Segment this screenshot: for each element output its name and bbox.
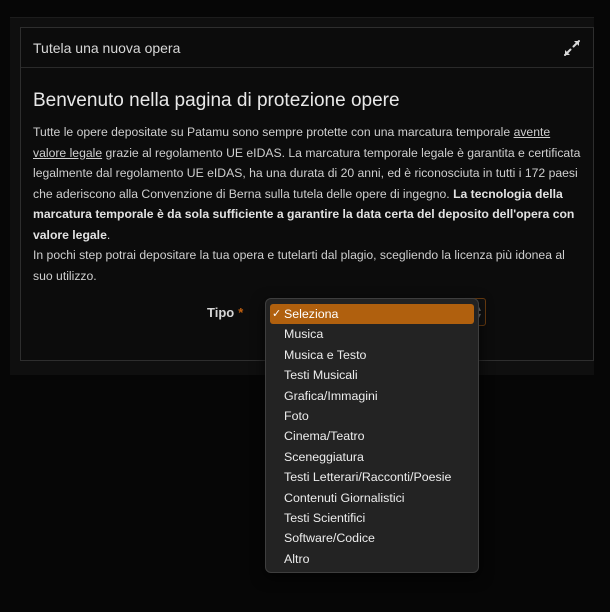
option-label: Musica — [284, 327, 324, 342]
card-body: Benvenuto nella pagina di protezione ope… — [21, 68, 593, 286]
option-label: Sceneggiatura — [284, 449, 364, 464]
option-label: Seleziona — [284, 307, 339, 321]
option-musica-e-testo[interactable]: Musica e Testo — [270, 345, 474, 365]
option-label: Testi Musicali — [284, 368, 358, 383]
page: Tutela una nuova opera Benvenuto nella p… — [0, 0, 610, 612]
tipo-dropdown-menu: ✓ Seleziona Musica Musica e Testo Testi M… — [265, 298, 479, 573]
option-label: Foto — [284, 408, 309, 423]
option-seleziona[interactable]: ✓ Seleziona — [270, 304, 474, 325]
tipo-label-text: Tipo — [207, 305, 235, 320]
option-altro[interactable]: Altro — [270, 549, 474, 569]
option-sceneggiatura[interactable]: Sceneggiatura — [270, 447, 474, 467]
option-foto[interactable]: Foto — [270, 406, 474, 426]
option-musica[interactable]: Musica — [270, 324, 474, 344]
intro-line2: In pochi step potrai depositare la tua o… — [33, 248, 565, 283]
intro-text: Tutte le opere depositate su Patamu sono… — [33, 122, 581, 286]
option-label: Grafica/Immagini — [284, 388, 378, 403]
option-label: Testi Scientifici — [284, 510, 366, 525]
option-label: Contenuti Giornalistici — [284, 490, 405, 505]
option-testi-letterari[interactable]: Testi Letterari/Racconti/Poesie — [270, 467, 474, 487]
option-testi-musicali[interactable]: Testi Musicali — [270, 365, 474, 385]
required-mark: * — [238, 305, 244, 320]
check-icon: ✓ — [272, 308, 282, 320]
option-label: Altro — [284, 551, 310, 566]
option-contenuti-giornalistici[interactable]: Contenuti Giornalistici — [270, 488, 474, 508]
page-heading: Benvenuto nella pagina di protezione ope… — [33, 90, 400, 111]
card-header: Tutela una nuova opera — [21, 28, 593, 68]
tipo-label: Tipo * — [207, 305, 243, 320]
option-label: Software/Codice — [284, 531, 375, 546]
option-cinema-teatro[interactable]: Cinema/Teatro — [270, 426, 474, 446]
intro-part1: Tutte le opere depositate su Patamu sono… — [33, 125, 514, 139]
card-title: Tutela una nuova opera — [33, 39, 181, 56]
option-testi-scientifici[interactable]: Testi Scientifici — [270, 508, 474, 528]
option-label: Testi Letterari/Racconti/Poesie — [284, 470, 452, 485]
option-grafica-immagini[interactable]: Grafica/Immagini — [270, 386, 474, 406]
intro-part3: . — [106, 227, 111, 242]
option-label: Musica e Testo — [284, 347, 367, 362]
option-label: Cinema/Teatro — [284, 429, 365, 444]
expand-icon[interactable] — [563, 39, 581, 57]
option-software-codice[interactable]: Software/Codice — [270, 528, 474, 548]
